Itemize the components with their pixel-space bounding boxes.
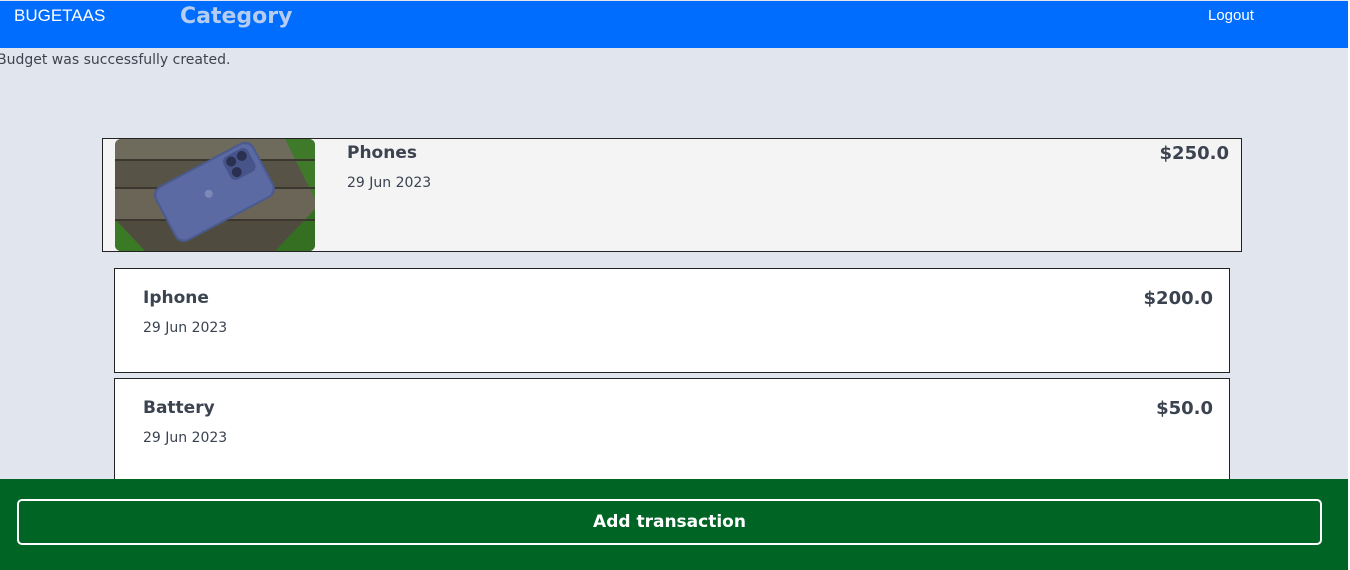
phone-photo-icon [115, 139, 315, 251]
transaction-card[interactable]: Battery 29 Jun 2023 $50.0 [114, 378, 1230, 483]
transaction-date: 29 Jun 2023 [143, 430, 228, 446]
page: BUGETAAS Category Logout Budget was succ… [0, 0, 1350, 570]
category-amount: $250.0 [1159, 143, 1229, 164]
category-name: Phones [347, 143, 417, 163]
page-title: Category [180, 4, 293, 29]
add-transaction-button[interactable]: Add transaction [17, 499, 1322, 545]
footer-bar: Add transaction [0, 479, 1348, 570]
logout-link[interactable]: Logout [1208, 7, 1254, 24]
top-navbar: BUGETAAS Category Logout [0, 1, 1348, 48]
transaction-name: Iphone [143, 288, 209, 308]
transaction-date: 29 Jun 2023 [143, 320, 228, 336]
transaction-amount: $50.0 [1156, 398, 1213, 419]
brand-link[interactable]: BUGETAAS [14, 6, 105, 26]
transaction-amount: $200.0 [1143, 288, 1213, 309]
flash-notice: Budget was successfully created. [0, 52, 231, 68]
category-date: 29 Jun 2023 [347, 175, 432, 191]
transaction-card[interactable]: Iphone 29 Jun 2023 $200.0 [114, 268, 1230, 373]
category-image [115, 139, 315, 251]
category-card[interactable]: Phones 29 Jun 2023 $250.0 [102, 138, 1242, 252]
transaction-name: Battery [143, 398, 215, 418]
